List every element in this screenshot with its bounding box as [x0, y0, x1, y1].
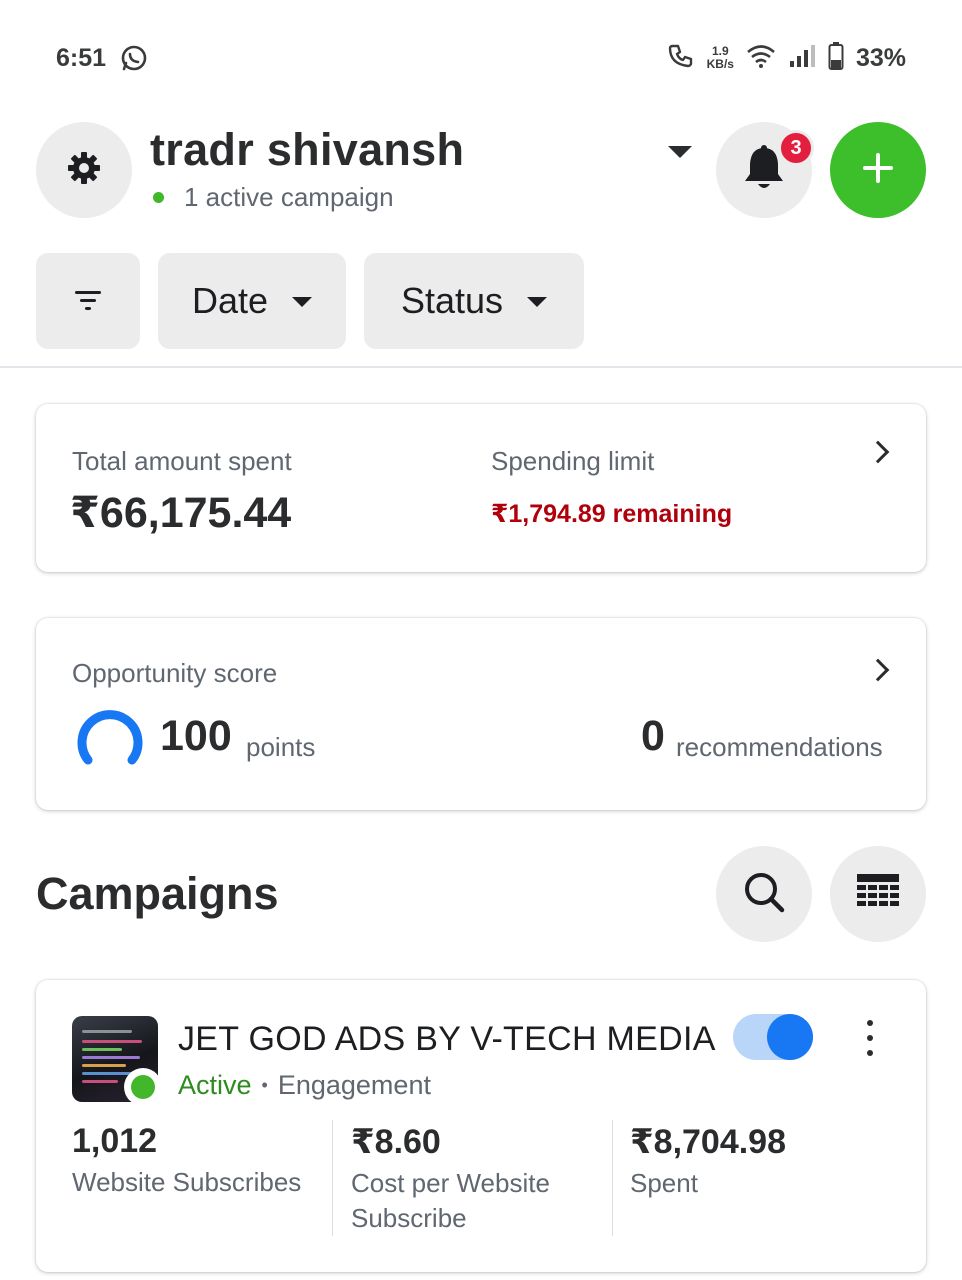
search-campaigns-button[interactable] [716, 846, 812, 942]
toggle-knob [767, 1014, 813, 1060]
chevron-right-icon [866, 658, 890, 682]
filter-icon [74, 280, 102, 322]
filter-bar: Date Status [36, 253, 584, 349]
chevron-right-icon [866, 440, 890, 464]
account-status-text: 1 active campaign [184, 182, 394, 212]
spending-summary-card[interactable]: Total amount spent ₹66,175.44 Spending l… [36, 404, 926, 572]
metric-divider [332, 1120, 333, 1236]
metric-label: Spent [630, 1168, 698, 1198]
total-spent-value: ₹66,175.44 [70, 489, 292, 537]
whatsapp-icon [120, 44, 148, 72]
opportunity-score-value: 100 [160, 712, 232, 760]
campaign-meta: Active • Engagement [178, 1070, 431, 1101]
metric-results: 1,012 Website Subscribes [72, 1122, 302, 1200]
active-dot [153, 192, 164, 203]
network-speed-unit: KB/s [706, 57, 734, 71]
chevron-down-icon [292, 297, 313, 307]
call-icon [667, 42, 695, 75]
status-time: 6:51 [56, 44, 107, 72]
table-icon [856, 873, 900, 916]
battery-percent: 33% [855, 43, 906, 72]
spending-limit-remaining: ₹1,794.89 remaining [491, 500, 733, 528]
opportunity-score-label: Opportunity score [72, 658, 278, 688]
search-icon [742, 870, 786, 919]
status-filter-dropdown[interactable]: Status [364, 253, 584, 349]
recommendations-count: 0 [641, 712, 665, 760]
metric-spent: ₹8,704.98 Spent [630, 1122, 860, 1201]
table-view-button[interactable] [830, 846, 926, 942]
status-icons: 1.9 KB/s 33% [667, 40, 906, 76]
campaign-objective: Engagement [277, 1070, 431, 1100]
date-filter-dropdown[interactable]: Date [158, 253, 346, 349]
separator-dot: • [261, 1075, 268, 1095]
campaign-name[interactable]: JET GOD ADS BY V-TECH MEDIA [178, 1020, 716, 1059]
metric-value: ₹8,704.98 [630, 1123, 787, 1161]
opportunity-score-card[interactable]: Opportunity score 100 points 0 recommend… [36, 618, 926, 810]
spending-limit-label: Spending limit [491, 446, 655, 476]
signal-icon [788, 43, 816, 74]
campaign-status: Active [178, 1070, 252, 1100]
network-speed: 1.9 KB/s [707, 45, 734, 71]
metric-label: Website Subscribes [72, 1167, 302, 1197]
plus-icon [860, 150, 896, 191]
notification-badge: 3 [778, 130, 814, 166]
account-name[interactable]: tradr shivansh [150, 124, 464, 176]
opportunity-score-unit: points [246, 732, 316, 762]
create-campaign-button[interactable] [830, 122, 926, 218]
opportunity-score-gauge-icon [74, 702, 146, 771]
date-filter-label: Date [191, 280, 269, 321]
total-spent-label: Total amount spent [72, 446, 292, 476]
account-switcher-caret-icon[interactable] [668, 146, 692, 158]
wifi-icon [746, 43, 776, 74]
campaign-active-indicator [124, 1068, 162, 1106]
campaigns-heading: Campaigns [36, 868, 279, 919]
more-icon[interactable] [862, 1020, 878, 1056]
status-bar: 6:51 1.9 KB/s 33% [0, 0, 962, 110]
metric-cost-per-result: ₹8.60 Cost per Website Subscribe [351, 1122, 581, 1236]
account-status: 1 active campaign [150, 182, 394, 213]
metric-label: Cost per Website Subscribe [351, 1168, 550, 1233]
battery-icon [828, 41, 844, 75]
metric-value: 1,012 [72, 1122, 158, 1160]
status-filter-label: Status [400, 280, 504, 321]
divider [0, 366, 962, 368]
recommendations-label: recommendations [676, 732, 883, 762]
settings-button[interactable] [36, 122, 132, 218]
chevron-down-icon [527, 297, 548, 307]
metric-divider [612, 1120, 613, 1236]
metric-value: ₹8.60 [351, 1123, 441, 1161]
campaign-card[interactable]: JET GOD ADS BY V-TECH MEDIA Active • Eng… [36, 980, 926, 1272]
campaign-toggle[interactable] [733, 1014, 813, 1060]
gear-icon [66, 150, 102, 191]
filter-button[interactable] [36, 253, 140, 349]
